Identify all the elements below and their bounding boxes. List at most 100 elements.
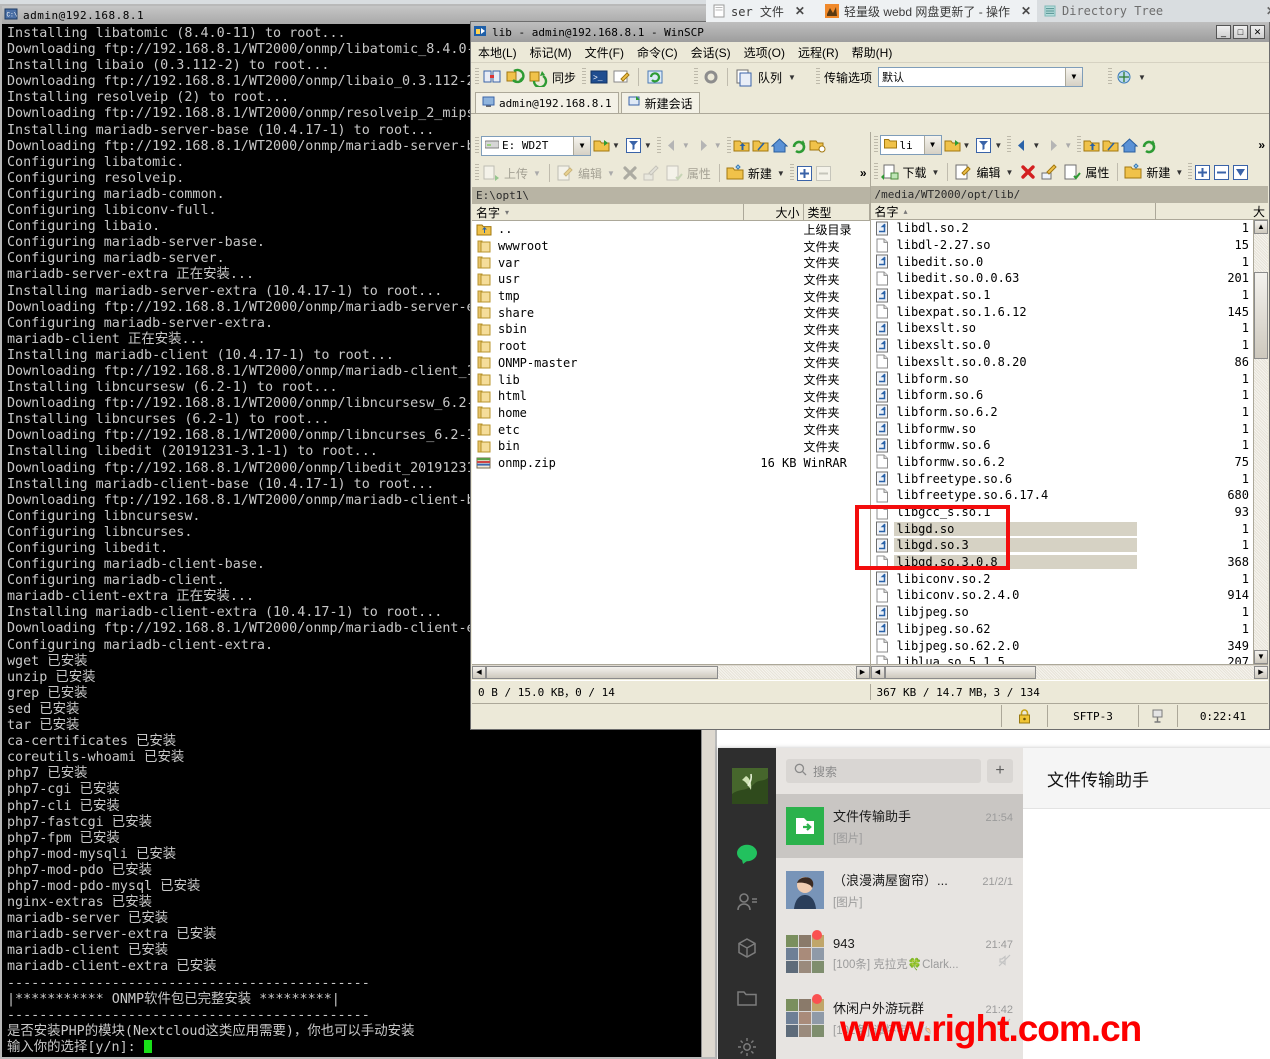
remote-path-bar[interactable]: /media/WT2000/opt/lib/ xyxy=(870,186,1268,203)
toolbar-grip-5[interactable] xyxy=(1107,68,1112,86)
menu-item-options[interactable]: 选项(O) xyxy=(742,43,787,62)
new-button-label[interactable]: 新建 xyxy=(1146,164,1170,181)
synchronize-browsing-icon[interactable] xyxy=(505,67,525,87)
refresh-session-icon[interactable] xyxy=(645,67,665,87)
session-tab-admin[interactable]: admin@192.168.8.1 xyxy=(475,92,619,113)
local-file-list[interactable]: .. 上级目录 wwwroot 文件夹 var 文件夹 usr 文件夹 tmp 文件夹 share 文… xyxy=(472,221,870,664)
table-row[interactable]: usr 文件夹 xyxy=(472,271,870,288)
browser-tab-directory-tree[interactable]: Directory Tree ✕ xyxy=(1037,0,1270,22)
toolbar-grip[interactable] xyxy=(873,136,878,155)
refresh-icon[interactable] xyxy=(1140,137,1157,154)
add-chat-button[interactable]: + xyxy=(987,759,1013,783)
menu-item-local[interactable]: 本地(L) xyxy=(476,43,519,62)
chevron-down-icon[interactable]: ▼ xyxy=(1032,141,1040,150)
browser-tab-webd[interactable]: 轻量级 webd 网盘更新了 - 操作 ✕ xyxy=(819,0,1042,22)
avatar[interactable] xyxy=(732,768,768,804)
add-bookmark-icon[interactable] xyxy=(809,137,826,154)
column-header-type[interactable]: 类型 xyxy=(804,204,870,220)
scroll-left-icon[interactable]: ◀ xyxy=(870,665,885,679)
menu-item-help[interactable]: 帮助(H) xyxy=(850,43,895,62)
chevron-down-icon[interactable]: ▼ xyxy=(612,141,620,150)
parent-directory-icon[interactable] xyxy=(1083,137,1100,154)
chevron-down-icon[interactable]: ▼ xyxy=(923,136,941,155)
table-row[interactable]: var 文件夹 xyxy=(472,254,870,271)
menu-item-files[interactable]: 文件(F) xyxy=(583,43,626,62)
remote-vscrollbar[interactable]: ▲ ▼ xyxy=(1253,220,1268,665)
new-folder-icon[interactable] xyxy=(1123,162,1143,182)
table-row[interactable]: libexslt.so 1 xyxy=(871,320,1269,337)
table-row[interactable]: libfreetype.so.6 1 xyxy=(871,470,1269,487)
toolbar-grip-2[interactable] xyxy=(1007,136,1012,155)
table-row[interactable]: root 文件夹 xyxy=(472,338,870,355)
search-input[interactable]: 搜索 xyxy=(786,759,981,783)
transfer-settings-icon[interactable] xyxy=(1115,67,1135,87)
table-row[interactable]: libform.so.6 1 xyxy=(871,387,1269,404)
table-row[interactable]: libexpat.so.1.6.12 145 xyxy=(871,303,1269,320)
local-hscrollbar[interactable]: ◀ ▶ xyxy=(472,664,870,679)
close-icon[interactable]: ✕ xyxy=(1266,4,1270,18)
properties-button-label[interactable]: 属性 xyxy=(1085,164,1109,181)
table-row[interactable]: libformw.so 1 xyxy=(871,420,1269,437)
table-row[interactable]: home 文件夹 xyxy=(472,405,870,422)
toolbar-grip-2[interactable] xyxy=(789,164,794,182)
table-row[interactable]: wwwroot 文件夹 xyxy=(472,238,870,255)
transfer-options-combo[interactable]: 默认 ▼ xyxy=(877,67,1083,87)
chevron-down-icon[interactable]: ▼ xyxy=(1064,68,1082,86)
chevron-down-icon[interactable]: ▼ xyxy=(788,73,796,82)
table-row[interactable]: html 文件夹 xyxy=(472,388,870,405)
scroll-right-icon[interactable]: ▶ xyxy=(855,665,870,679)
rename-icon[interactable] xyxy=(1040,162,1060,182)
toolbar-grip[interactable] xyxy=(873,163,878,182)
select-files-icon[interactable] xyxy=(796,165,813,182)
table-row[interactable]: libjpeg.so.62 1 xyxy=(871,621,1269,638)
chevron-down-icon-2[interactable]: ▼ xyxy=(1138,73,1146,82)
toolbar-grip[interactable] xyxy=(475,164,479,182)
table-row[interactable]: bin 文件夹 xyxy=(472,438,870,455)
open-terminal-icon[interactable] xyxy=(612,67,632,87)
table-row[interactable]: share 文件夹 xyxy=(472,304,870,321)
unselect-files-icon[interactable] xyxy=(1213,164,1230,181)
close-icon[interactable]: ✕ xyxy=(795,4,805,18)
chevron-down-icon[interactable]: ▼ xyxy=(644,141,652,150)
minimize-button[interactable]: _ xyxy=(1216,25,1231,39)
transfer-icon[interactable] xyxy=(1138,705,1177,727)
chevron-down-icon[interactable]: ▼ xyxy=(1005,168,1013,177)
chevron-down-icon[interactable]: ▼ xyxy=(932,168,940,177)
sync-button-label[interactable]: 同步 xyxy=(552,69,576,86)
properties-icon[interactable] xyxy=(1062,162,1082,182)
table-row[interactable]: libjpeg.so 1 xyxy=(871,604,1269,621)
table-row[interactable]: lib 文件夹 xyxy=(472,371,870,388)
local-hscroll-track[interactable] xyxy=(718,665,856,679)
list-item[interactable]: 文件传输助手 21:54 [图片] xyxy=(776,794,1023,858)
queue-icon[interactable] xyxy=(734,67,754,87)
table-row[interactable]: libfreetype.so.6.17.4 680 xyxy=(871,487,1269,504)
sidebar-item-chat[interactable] xyxy=(718,840,776,870)
back-arrow-icon[interactable] xyxy=(1013,137,1030,154)
download-button-label[interactable]: 下载 xyxy=(903,164,927,181)
open-directory-icon[interactable] xyxy=(944,137,961,154)
refresh-icon[interactable] xyxy=(790,137,807,154)
local-drive-combo[interactable]: E: WD2T ▼ xyxy=(481,135,591,156)
menu-item-remote[interactable]: 远程(R) xyxy=(796,43,841,62)
download-icon[interactable] xyxy=(880,162,900,182)
remote-vscroll-thumb[interactable] xyxy=(1254,272,1268,359)
filter-icon[interactable] xyxy=(975,137,992,154)
toolbar-grip[interactable] xyxy=(475,136,479,155)
lock-icon[interactable] xyxy=(1001,705,1047,727)
home-directory-icon[interactable] xyxy=(1120,137,1139,154)
browser-tab-documents[interactable]: ser 文件 ✕ xyxy=(706,0,831,22)
column-header-name[interactable]: 名字 ▾ xyxy=(472,204,744,220)
chevron-down-icon[interactable]: ▼ xyxy=(994,141,1002,150)
table-row[interactable]: tmp 文件夹 xyxy=(472,288,870,305)
toolbar-grip-3[interactable] xyxy=(694,68,699,86)
menu-item-session[interactable]: 会话(S) xyxy=(689,43,733,62)
select-files-icon[interactable] xyxy=(1194,164,1211,181)
chevron-down-icon[interactable]: ▼ xyxy=(777,169,785,178)
table-row[interactable]: libform.so 1 xyxy=(871,370,1269,387)
select-all-icon[interactable] xyxy=(1232,164,1249,181)
preferences-gear-icon[interactable] xyxy=(701,67,721,87)
table-row[interactable]: libexpat.so.1 1 xyxy=(871,287,1269,304)
close-button[interactable]: ✕ xyxy=(1250,25,1265,39)
synchronize-icon[interactable] xyxy=(528,67,548,89)
column-header-size[interactable]: 大 xyxy=(1156,203,1268,219)
